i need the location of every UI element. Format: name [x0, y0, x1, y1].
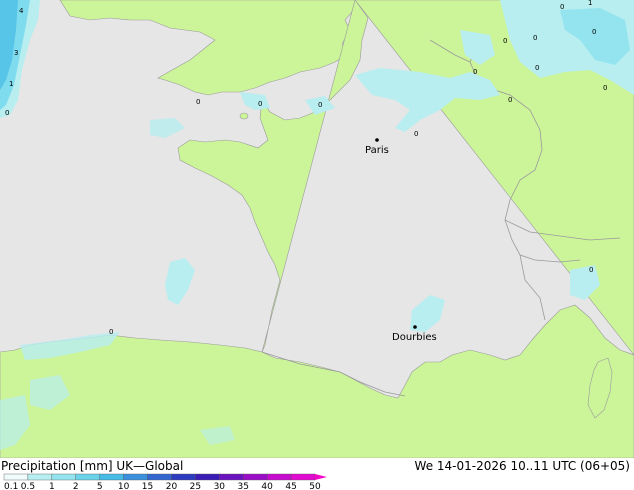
legend-swatch — [75, 473, 100, 481]
legend-swatch — [171, 473, 196, 481]
city-label-paris: Paris — [365, 145, 389, 156]
cell-value: 0 — [508, 96, 512, 104]
legend-tick-label: 2 — [73, 482, 79, 490]
legend-tick-label: 5 — [97, 482, 103, 490]
cell-value: 0 — [535, 64, 539, 72]
cell-value: 0 — [473, 68, 477, 76]
cell-value: 0 — [533, 34, 537, 42]
cell-value: 3 — [14, 49, 18, 57]
footer-datetime: We 14-01-2026 10..11 UTC (06+05) — [414, 459, 630, 473]
cell-value: 0 — [589, 266, 593, 274]
legend-swatch — [243, 473, 268, 481]
legend-tick-label: 0.5 — [21, 482, 35, 490]
legend-swatch — [266, 473, 292, 481]
cell-value: 0 — [5, 109, 9, 117]
cell-value: 1 — [9, 80, 13, 88]
legend-swatch — [99, 473, 124, 481]
city-marker-paris — [375, 138, 379, 142]
cell-value: 4 — [19, 7, 24, 15]
legend-tick-label: 25 — [190, 482, 201, 490]
city-label-dourbies: Dourbies — [392, 332, 437, 343]
precipitation-map: 4 3 1 0 0 0 0 0 0 0 1 0 0 0 0 0 0 0 0 Pa… — [0, 0, 634, 458]
cell-value: 0 — [414, 130, 418, 138]
legend-swatch — [147, 473, 172, 481]
cell-value: 0 — [258, 100, 262, 108]
legend-tick-label: 50 — [309, 482, 321, 490]
cell-value: 0 — [318, 101, 322, 109]
cell-value: 1 — [588, 0, 592, 7]
cell-value: 0 — [603, 84, 607, 92]
legend-swatch — [290, 473, 316, 481]
legend-tick-label: 30 — [214, 482, 226, 490]
footer-title: Precipitation [mm] UK—Global — [1, 459, 184, 473]
legend-tick-label: 20 — [166, 482, 178, 490]
cell-value: 0 — [560, 3, 564, 11]
land-island — [239, 112, 249, 120]
legend-tick-label: 35 — [238, 482, 249, 490]
legend-swatch — [219, 473, 244, 481]
legend-swatch — [123, 473, 148, 481]
legend-overflow-arrow — [315, 474, 327, 480]
city-marker-dourbies — [413, 325, 417, 329]
cell-value: 0 — [109, 328, 113, 336]
cell-value: 0 — [592, 28, 596, 36]
legend-tick-label: 10 — [118, 482, 130, 490]
legend-swatch — [3, 473, 29, 481]
legend-tick-label: 1 — [49, 482, 55, 490]
precip-legend: 0.1 0.5 1 2 5 10 15 20 25 30 35 40 45 50 — [3, 473, 327, 490]
legend-tick-label: 45 — [285, 482, 296, 490]
cell-value: 0 — [503, 37, 507, 45]
legend-tick-label: 40 — [261, 482, 273, 490]
map-footer: Precipitation [mm] UK—Global We 14-01-20… — [0, 458, 634, 490]
legend-swatch — [27, 473, 53, 481]
legend-tick-label: 0.1 — [4, 482, 18, 490]
legend-swatch — [51, 473, 76, 481]
cell-value: 0 — [196, 98, 200, 106]
legend-swatch — [195, 473, 220, 481]
legend-tick-label: 15 — [142, 482, 153, 490]
